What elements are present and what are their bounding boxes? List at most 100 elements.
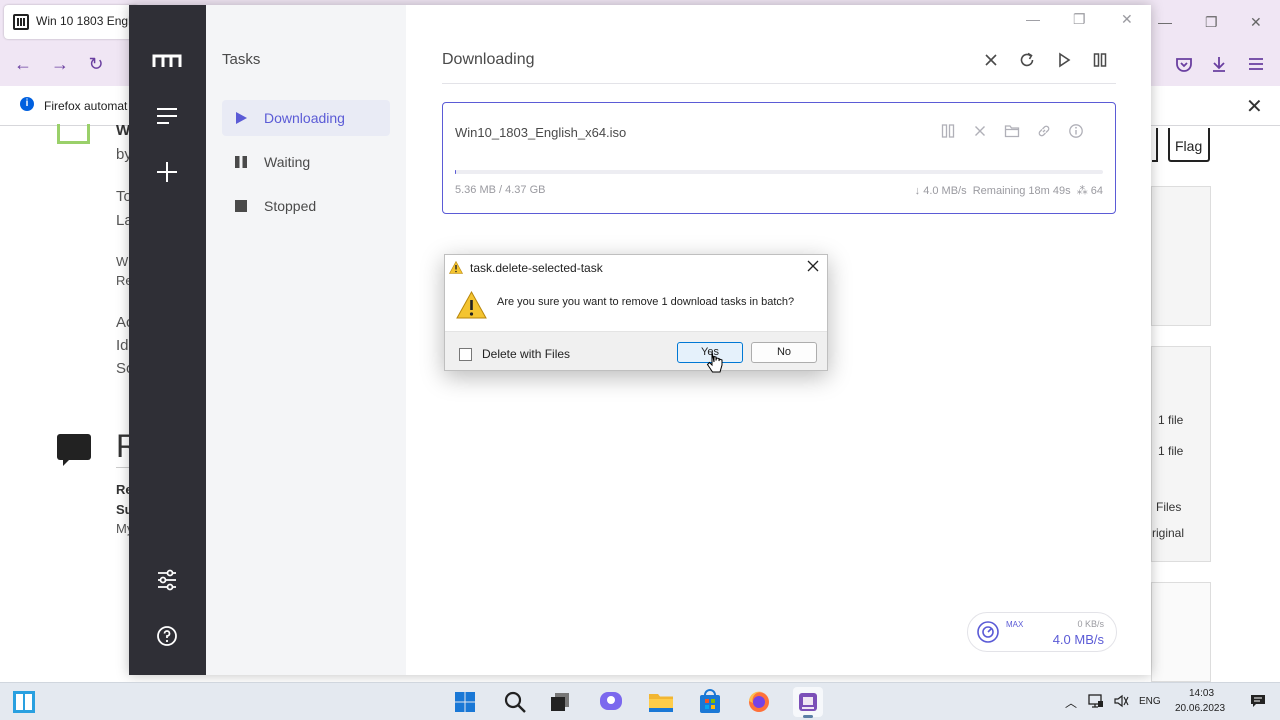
delete-with-files-checkbox[interactable] xyxy=(459,348,472,361)
menu-icon[interactable] xyxy=(1246,54,1266,74)
play-icon xyxy=(236,112,247,124)
pocket-icon[interactable] xyxy=(1174,54,1194,74)
page-text: Files xyxy=(1156,500,1182,514)
delete-all-icon[interactable] xyxy=(982,51,1000,69)
close-icon[interactable]: ✕ xyxy=(1121,11,1133,28)
page-check-mark xyxy=(57,124,90,144)
search-icon[interactable] xyxy=(500,687,530,717)
minimize-icon[interactable]: — xyxy=(1158,14,1172,30)
confirm-dialog: task.delete-selected-task Are you sure y… xyxy=(444,254,828,371)
stop-icon xyxy=(235,200,247,212)
dialog-title: task.delete-selected-task xyxy=(470,261,603,275)
chat-icon[interactable] xyxy=(596,687,626,717)
comment-icon xyxy=(57,434,91,466)
notice-close-icon[interactable]: ✕ xyxy=(1246,94,1263,119)
motrix-taskbar-button[interactable] xyxy=(793,687,823,718)
download-speed: 4.0 MB/s xyxy=(1052,632,1104,647)
no-button[interactable]: No xyxy=(751,342,817,363)
refresh-icon[interactable] xyxy=(1018,51,1036,69)
motrix-icon xyxy=(799,693,817,711)
upload-speed: 0 KB/s xyxy=(1077,619,1104,629)
page-file-count: 1 file xyxy=(1158,413,1184,427)
speed-max-label: MAX xyxy=(1006,620,1024,629)
page-text: W xyxy=(116,254,129,269)
menu-icon[interactable] xyxy=(155,105,179,129)
task-stats: ↓ 4.0 MB/s Remaining 18m 49s ⁂ 64 xyxy=(915,184,1103,197)
page-title: Downloading xyxy=(442,51,535,68)
help-icon[interactable] xyxy=(155,624,179,648)
task-remaining: Remaining 18m 49s xyxy=(972,185,1071,197)
browser-tab[interactable]: Win 10 1803 English xyxy=(4,5,139,39)
warning-icon xyxy=(456,291,487,319)
clock-date[interactable]: 20.06.2023 xyxy=(1175,703,1225,714)
page-file-count: 1 file xyxy=(1158,444,1184,458)
back-icon[interactable]: ← xyxy=(13,54,33,74)
checkbox-label[interactable]: Delete with Files xyxy=(482,347,570,361)
page-text: Id xyxy=(116,337,129,354)
motrix-logo-icon xyxy=(152,54,182,67)
page-button-edge xyxy=(1152,128,1158,162)
speaker-icon[interactable] xyxy=(1113,693,1129,709)
sidebar-item-downloading[interactable]: Downloading xyxy=(222,100,390,136)
page-card xyxy=(1151,186,1211,326)
clock-time[interactable]: 14:03 xyxy=(1189,688,1214,699)
app-rail xyxy=(129,5,206,675)
forward-icon[interactable]: → xyxy=(50,54,70,74)
task-item[interactable]: Win10_1803_English_x64.iso 5.36 MB / 4.3… xyxy=(442,102,1116,214)
close-icon[interactable] xyxy=(806,259,820,273)
maximize-icon[interactable]: ❐ xyxy=(1073,11,1086,28)
task-speed: ↓ 4.0 MB/s xyxy=(914,185,967,197)
file-explorer-icon[interactable] xyxy=(646,687,676,717)
header-divider xyxy=(442,83,1116,84)
pause-icon xyxy=(235,156,247,168)
dialog-footer: Delete with Files Yes No xyxy=(445,331,827,370)
dialog-message: Are you sure you want to remove 1 downlo… xyxy=(497,296,795,308)
minimize-icon[interactable]: — xyxy=(1026,11,1040,27)
add-task-icon[interactable] xyxy=(155,160,179,184)
task-size: 5.36 MB / 4.37 GB xyxy=(455,184,546,196)
pause-icon[interactable] xyxy=(940,123,956,139)
downloads-icon[interactable] xyxy=(1209,54,1229,74)
network-icon[interactable] xyxy=(1088,693,1104,709)
store-icon[interactable] xyxy=(695,687,725,717)
link-icon[interactable] xyxy=(1036,123,1052,139)
dialog-titlebar: task.delete-selected-task xyxy=(445,255,827,281)
sidebar-item-stopped[interactable]: Stopped xyxy=(222,188,390,224)
reload-icon[interactable]: ↻ xyxy=(86,54,106,74)
task-progress-fill xyxy=(455,170,456,174)
archive-icon xyxy=(13,14,29,30)
speedometer-icon xyxy=(977,621,999,643)
delete-icon[interactable] xyxy=(972,123,988,139)
speedometer[interactable]: MAX 0 KB/s 4.0 MB/s xyxy=(967,612,1117,652)
sidebar-item-waiting[interactable]: Waiting xyxy=(222,144,390,180)
notifications-icon[interactable] xyxy=(1250,694,1266,708)
close-icon[interactable]: ✕ xyxy=(1250,14,1262,31)
notice-text: Firefox automat xyxy=(44,99,128,113)
warning-icon xyxy=(449,261,463,274)
mouse-cursor-icon xyxy=(706,351,723,373)
windows-taskbar: ︿ ENG 14:03 20.06.2023 xyxy=(0,682,1280,720)
firefox-icon[interactable] xyxy=(744,687,774,717)
flag-button[interactable]: Flag xyxy=(1168,128,1210,162)
preferences-icon[interactable] xyxy=(155,568,179,592)
info-icon[interactable] xyxy=(1068,123,1084,139)
page-text: riginal xyxy=(1152,526,1185,540)
tray-overflow-icon[interactable]: ︿ xyxy=(1065,694,1077,711)
info-icon: i xyxy=(20,97,34,111)
task-progress-bar xyxy=(455,170,1103,174)
pause-all-icon[interactable] xyxy=(1091,51,1109,69)
task-view-icon[interactable] xyxy=(545,687,575,717)
widgets-icon[interactable] xyxy=(12,690,36,714)
tasks-sidebar: Tasks Downloading Waiting Stopped xyxy=(206,5,406,675)
sidebar-item-label: Downloading xyxy=(264,110,345,126)
sidebar-item-label: Waiting xyxy=(264,154,311,170)
task-name: Win10_1803_English_x64.iso xyxy=(455,125,627,140)
language-indicator[interactable]: ENG xyxy=(1139,696,1161,707)
restore-icon[interactable]: ❐ xyxy=(1205,14,1218,31)
task-connections: ⁂ 64 xyxy=(1076,185,1103,197)
resume-all-icon[interactable] xyxy=(1055,51,1073,69)
folder-icon[interactable] xyxy=(1004,123,1020,139)
sidebar-item-label: Stopped xyxy=(264,198,317,214)
browser-tab-title: Win 10 1803 English xyxy=(36,14,139,28)
start-icon[interactable] xyxy=(450,687,480,717)
